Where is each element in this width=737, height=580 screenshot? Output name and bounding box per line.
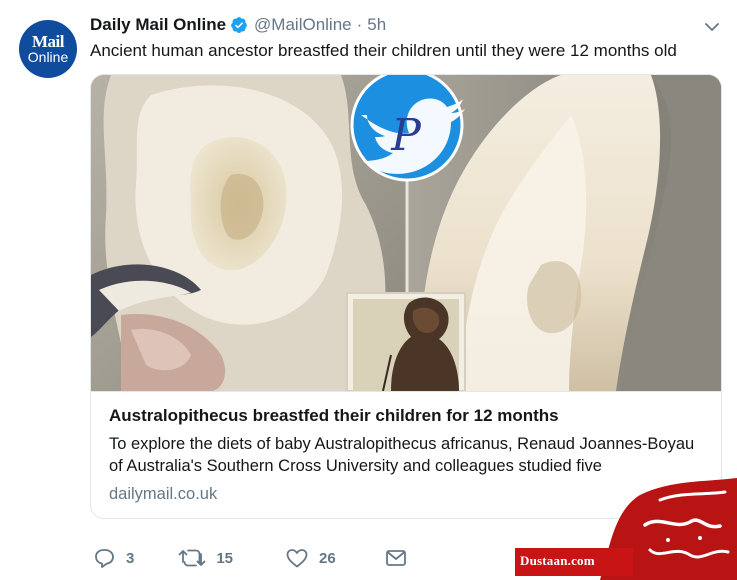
image-logo-letter: P [390, 110, 422, 161]
separator-dot: · [356, 15, 363, 34]
watermark-site: Dustaan.com [520, 553, 595, 568]
like-count: 26 [319, 549, 336, 567]
display-name[interactable]: Daily Mail Online [90, 15, 226, 35]
tweet-actions: 3 15 26 [92, 545, 408, 571]
tweet-text: Ancient human ancestor breastfed their c… [90, 41, 677, 60]
card-title[interactable]: Australopithecus breastfed their childre… [109, 404, 705, 428]
reply-icon [95, 549, 114, 568]
avatar[interactable]: Mail Online [19, 20, 77, 78]
reply-count: 3 [126, 549, 135, 567]
avatar-logo-line2: Online [27, 48, 69, 65]
envelope-icon [385, 550, 406, 566]
handle[interactable]: @MailOnline [254, 15, 352, 35]
card-domain: dailymail.co.uk [109, 485, 218, 503]
fossil-tooth-photo: P [91, 75, 721, 391]
link-card[interactable]: P Australopithecus breastfed their child… [90, 74, 722, 519]
retweet-button[interactable]: 15 [178, 547, 233, 569]
tweet-header: Daily Mail Online @MailOnline · 5h [90, 13, 386, 37]
heart-icon [286, 549, 308, 568]
direct-message-button[interactable] [384, 547, 408, 569]
retweet-icon [178, 549, 206, 567]
reply-button[interactable]: 3 [92, 547, 134, 569]
card-image[interactable]: P [91, 75, 721, 391]
card-description: To explore the diets of baby Australopit… [109, 435, 695, 475]
card-body[interactable]: Australopithecus breastfed their childre… [91, 391, 721, 518]
retweet-count: 15 [216, 549, 234, 567]
hominin-portrait-inset [346, 292, 466, 391]
like-button[interactable]: 26 [285, 547, 336, 569]
avatar-logo-line1: Mail [32, 31, 65, 51]
verified-badge-icon [231, 17, 247, 33]
chevron-down-icon[interactable] [703, 18, 721, 36]
timestamp[interactable]: 5h [367, 15, 386, 35]
